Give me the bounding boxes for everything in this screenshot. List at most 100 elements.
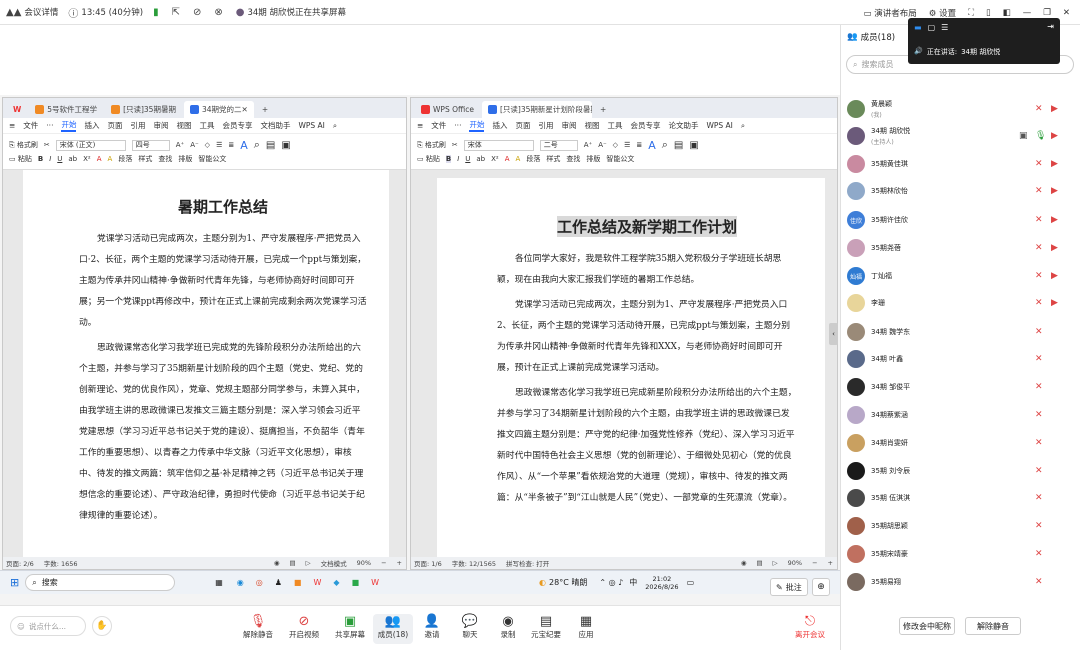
zoom-view-icon[interactable]: ⊕ [812, 578, 830, 596]
mic-off-icon[interactable]: ✕ [1035, 577, 1043, 587]
member-row[interactable]: 35期胡思颖 ✕ [841, 512, 1080, 540]
overlay-window-icon[interactable]: ▢ [928, 23, 936, 32]
right-format-painter[interactable]: ⎘ 格式刷 [417, 140, 446, 150]
unmute-button[interactable]: 🎙 解除静音 [238, 614, 278, 640]
zoom-out-icon[interactable]: − [812, 559, 817, 567]
left-menu-ai[interactable]: WPS AI [298, 121, 324, 130]
share-screen-button[interactable]: ▣ 共享屏幕 [330, 614, 370, 640]
mic-off-icon[interactable]: ✕ [1035, 521, 1043, 531]
right-menu-review[interactable]: 审阅 [561, 120, 576, 131]
align-icon[interactable]: ≣ [228, 141, 234, 149]
app-green-icon[interactable]: ■ [352, 578, 360, 587]
mic-on-icon[interactable]: 🎙 [1035, 131, 1046, 141]
maximize-icon[interactable]: ❐ [1043, 8, 1051, 18]
minutes-button[interactable]: ▤ 元宝纪要 [526, 614, 566, 640]
left-paste[interactable]: ▭ 粘贴 [9, 154, 32, 164]
right-menu-hamburger-icon[interactable]: ≡ [417, 121, 423, 130]
mic-off-icon[interactable]: ✕ [1035, 298, 1043, 308]
highlight-icon[interactable]: A [108, 155, 113, 163]
mic-off-icon[interactable]: ✕ [1035, 549, 1043, 559]
chrome-icon[interactable]: ◎ [256, 578, 263, 587]
left-doc-mode[interactable]: 文档模式 [321, 558, 347, 568]
camera-off-icon[interactable]: ▶ [1051, 271, 1058, 281]
member-row[interactable]: 34期蔡紫涵 ✕ [841, 401, 1080, 429]
tray-icons[interactable]: ⌃ ◎ ♪ [599, 578, 623, 587]
taskbar-search[interactable]: ⌕ 搜索 [25, 574, 176, 591]
right-find[interactable]: 查找 [566, 154, 580, 164]
left-tab-2[interactable]: 34期党的二 ✕ [183, 101, 254, 118]
clear-format-icon[interactable]: ◇ [613, 141, 618, 149]
overlay-expand-icon[interactable]: ⇥ [1047, 22, 1054, 31]
right-arrange[interactable]: 排版 [586, 154, 600, 164]
shrink-font-icon[interactable]: A⁻ [598, 141, 606, 149]
ime-indicator[interactable]: 中 [629, 577, 637, 588]
layout-button[interactable]: ▭ 演讲者布局 [863, 7, 916, 19]
left-wps-home-icon[interactable]: W [7, 101, 27, 118]
right-menu-insert[interactable]: 插入 [492, 120, 507, 131]
left-menu-reference[interactable]: 引用 [130, 120, 145, 131]
left-format-painter[interactable]: ⎘ 格式刷 [9, 140, 38, 150]
left-font-select[interactable]: 宋体 (正文) [55, 139, 126, 151]
right-menu-more[interactable]: ··· [454, 121, 461, 130]
qq-icon[interactable]: ♟ [275, 578, 282, 587]
meeting-details[interactable]: ▲▲ 会议详情 [6, 6, 58, 19]
left-paragraph[interactable]: 段落 [118, 154, 132, 164]
member-row[interactable]: 35期宋靖豪 ✕ [841, 540, 1080, 568]
right-arrange-icon[interactable]: ▤ [674, 140, 683, 151]
highlight-icon[interactable]: A [516, 155, 521, 163]
font-color-icon[interactable]: A [505, 155, 510, 163]
right-paragraph[interactable]: 段落 [526, 154, 540, 164]
zoom-out-icon[interactable]: − [381, 559, 386, 567]
member-row[interactable]: 34期 叶鑫 ✕ [841, 345, 1080, 373]
left-zoom[interactable]: 90% [357, 559, 371, 567]
member-row[interactable]: 灿福 丁灿福 ✕ ▶ [841, 262, 1080, 290]
settings-button[interactable]: ⚙ 设置 [929, 7, 956, 19]
strike-icon[interactable]: ab [68, 155, 77, 163]
right-style[interactable]: 样式 [546, 154, 560, 164]
bold-icon[interactable]: B [445, 155, 452, 163]
right-menu-file[interactable]: 文件 [431, 120, 446, 131]
mic-off-icon[interactable]: ✕ [1035, 271, 1043, 281]
wps-taskbar-icon[interactable]: W [313, 578, 321, 587]
meeting-app-icon[interactable]: ■ [294, 578, 302, 587]
left-menu-file[interactable]: 文件 [23, 120, 38, 131]
right-smart-doc-icon[interactable]: ▣ [689, 140, 698, 151]
bold-icon[interactable]: B [38, 155, 43, 163]
left-arrange[interactable]: 排版 [178, 154, 192, 164]
right-menu-reference[interactable]: 引用 [538, 120, 553, 131]
cut-icon[interactable]: ✂ [44, 141, 50, 149]
mic-off-icon[interactable]: ✕ [1035, 104, 1043, 114]
left-smart[interactable]: 智能公文 [198, 154, 226, 164]
member-row[interactable]: 35期易翔 ✕ [841, 568, 1080, 596]
clear-format-icon[interactable]: ◇ [205, 141, 210, 149]
left-style[interactable]: 样式 [138, 154, 152, 164]
mic-off-icon[interactable]: ✕ [1035, 215, 1043, 225]
left-search-icon[interactable]: ⌕ [333, 121, 337, 131]
left-menu-view[interactable]: 视图 [176, 120, 191, 131]
taskbar-clock[interactable]: 21:02 2026/8/26 [645, 575, 678, 591]
mic-off-icon[interactable]: ✕ [1035, 493, 1043, 503]
unmute-self-button[interactable]: 解除静音 [965, 617, 1021, 635]
member-row[interactable]: 35期 刘令辰 ✕ [841, 457, 1080, 485]
overlay-list-icon[interactable]: ☰ [941, 23, 948, 32]
camera-off-icon[interactable]: ▶ [1051, 131, 1058, 141]
left-menu-more[interactable]: ··· [46, 121, 53, 130]
read-mode-icon[interactable]: ◉ [741, 559, 747, 567]
right-menu-home[interactable]: 开始 [469, 119, 485, 132]
member-row[interactable]: 34期 邹俊平 ✕ [841, 373, 1080, 401]
raise-hand-icon[interactable]: ✋ [92, 616, 112, 636]
right-font-select[interactable]: 宋体 [463, 139, 534, 151]
member-row[interactable]: 34期肖雯妍 ✕ [841, 429, 1080, 457]
zoom-in-icon[interactable]: + [828, 559, 833, 567]
annotate-button[interactable]: ✎ 批注 [770, 578, 808, 596]
left-menu-insert[interactable]: 插入 [84, 120, 99, 131]
apps-button[interactable]: ▦ 应用 [566, 614, 606, 640]
play-icon[interactable]: ▷ [773, 559, 778, 567]
font-color-icon[interactable]: A [97, 155, 102, 163]
stop-share-icon[interactable]: ⊘ [193, 7, 204, 18]
member-row[interactable]: 34期 胡欣悦 (主持人) ▣ 🎙 ▶ [841, 122, 1080, 150]
left-size-select[interactable]: 四号 [131, 139, 170, 151]
italic-icon[interactable]: I [457, 155, 459, 163]
new-tab-icon[interactable]: + [256, 101, 274, 118]
right-menu-tools[interactable]: 工具 [607, 120, 622, 131]
